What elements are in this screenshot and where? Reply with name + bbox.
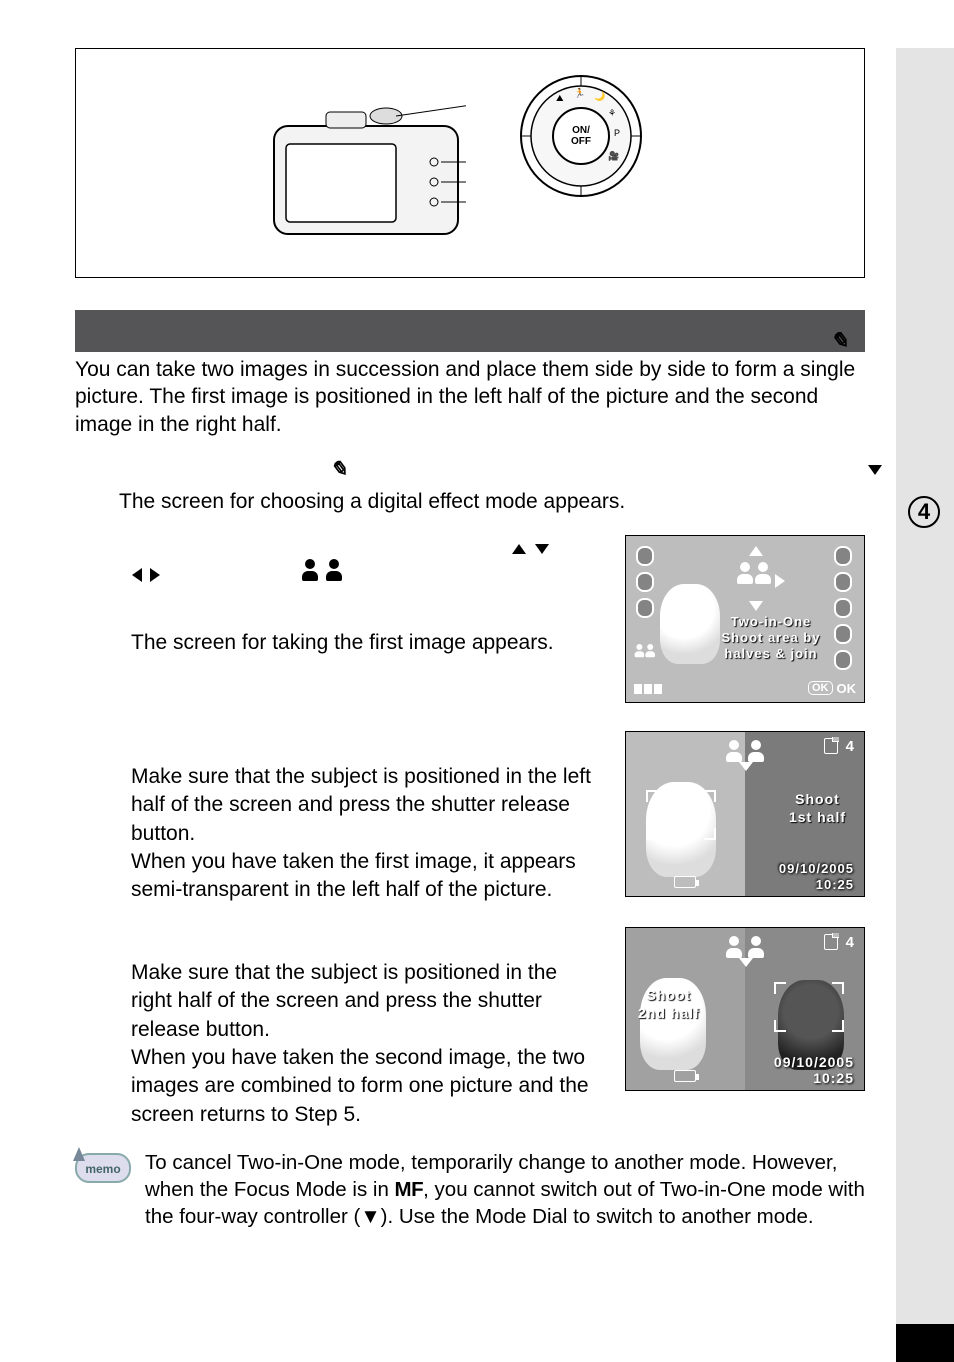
time-display: 10:25 bbox=[813, 1070, 854, 1086]
up-arrow-icon bbox=[749, 546, 763, 556]
step-4: 4 Take the second image. Make sure that … bbox=[75, 927, 865, 1129]
step-3-body: Make sure that the subject is positioned… bbox=[131, 763, 603, 905]
memo-note: memo To cancel Two-in-One mode, temporar… bbox=[75, 1149, 865, 1230]
mode-dial-drawing: ON/ OFF ⛰ 🏃 🌙 ⚘ P 🎥 bbox=[516, 71, 646, 201]
step-4-title: Take the second image. bbox=[131, 927, 603, 955]
step-4-body: Make sure that the subject is positioned… bbox=[131, 959, 603, 1129]
ok-indicator: OK OK bbox=[808, 681, 856, 696]
side-mini-icons bbox=[634, 644, 670, 672]
svg-text:🎥: 🎥 bbox=[608, 150, 619, 161]
remaining-count: 4 bbox=[846, 934, 854, 951]
down-arrow-icon bbox=[749, 601, 763, 611]
right-arrow-icon bbox=[775, 574, 785, 588]
two-in-one-icon-selected bbox=[736, 562, 772, 590]
step-1-body: The screen for choosing a digital effect… bbox=[119, 488, 865, 516]
chapter-sidebar bbox=[896, 48, 954, 1328]
svg-text:🏃: 🏃 bbox=[574, 87, 585, 98]
screen-shoot-first-half: 4 Shoot 1st half 09/10/2005 10:25 bbox=[625, 731, 865, 897]
step-2-title: Use the four-way controller (▲▼◀▶) to se… bbox=[131, 535, 603, 592]
memory-card-icon bbox=[824, 738, 838, 754]
digital-effect-icon: ✎ bbox=[830, 328, 848, 354]
two-in-one-icon bbox=[326, 559, 342, 581]
right-arrow-icon bbox=[150, 568, 160, 582]
memo-text: To cancel Two-in-One mode, temporarily c… bbox=[145, 1149, 865, 1230]
chapter-tab bbox=[896, 1324, 954, 1362]
section-heading-bar bbox=[75, 310, 865, 352]
shoot-instruction: Shoot 1st half bbox=[789, 790, 846, 826]
shoot-instruction: Shoot 2nd half bbox=[638, 986, 700, 1022]
step-number: 4 bbox=[75, 927, 119, 1129]
svg-text:⛰: ⛰ bbox=[556, 93, 564, 103]
step-number: 1 bbox=[75, 456, 119, 517]
panorama-mini-icon bbox=[634, 684, 662, 694]
remaining-count: 4 bbox=[846, 738, 854, 755]
intro-paragraph: You can take two images in succession an… bbox=[75, 356, 865, 438]
top-right-status: 4 bbox=[824, 738, 854, 755]
svg-text:OFF: OFF bbox=[571, 136, 591, 147]
on-off-label: ON/ bbox=[572, 125, 590, 136]
digital-effect-icon: ✎ bbox=[330, 458, 348, 481]
date-display: 09/10/2005 bbox=[774, 1054, 854, 1070]
camera-illustration-box: ON/ OFF ⛰ 🏃 🌙 ⚘ P 🎥 bbox=[75, 48, 865, 278]
step-number: 3 bbox=[75, 731, 119, 905]
time-display: 10:25 bbox=[816, 877, 854, 892]
svg-text:🌙: 🌙 bbox=[594, 90, 605, 102]
mode-description: Two-in-One Shoot area by halves & join bbox=[688, 614, 854, 663]
left-arrow-icon bbox=[132, 568, 142, 582]
svg-text:⚘: ⚘ bbox=[608, 108, 616, 118]
battery-icon bbox=[674, 876, 696, 888]
top-right-status: 4 bbox=[824, 934, 854, 951]
chapter-number-badge: 4 bbox=[908, 496, 940, 528]
step-1: 1 Set the Mode Dial to ✎ and press the f… bbox=[75, 456, 865, 517]
down-arrow-icon bbox=[535, 544, 549, 554]
date-display: 09/10/2005 bbox=[779, 861, 854, 876]
step-2-body: The screen for taking the first image ap… bbox=[131, 629, 603, 657]
screen-mode-select: Two-in-One Shoot area by halves & join O… bbox=[625, 535, 865, 703]
down-arrow-icon bbox=[739, 762, 753, 771]
focus-brackets-right bbox=[774, 982, 844, 1032]
step-number: 2 bbox=[75, 535, 119, 703]
step-1-title: Set the Mode Dial to ✎ and press the fou… bbox=[119, 456, 865, 484]
up-arrow-icon bbox=[512, 544, 526, 554]
step-3: 3 Take the first image. Make sure that t… bbox=[75, 731, 865, 905]
step-2: 2 Use the four-way controller (▲▼◀▶) to … bbox=[75, 535, 865, 703]
svg-text:P: P bbox=[614, 128, 620, 138]
camera-back-drawing bbox=[266, 104, 466, 244]
mf-label: MF bbox=[395, 1178, 424, 1201]
battery-icon bbox=[674, 1070, 696, 1082]
down-arrow-icon bbox=[739, 958, 753, 967]
mode-icons-left bbox=[636, 546, 656, 624]
down-arrow-icon bbox=[868, 465, 882, 475]
memory-card-icon bbox=[824, 934, 838, 950]
memo-badge: memo bbox=[75, 1153, 131, 1183]
screen-shoot-second-half: 4 Shoot 2nd half 09/10/2005 10:25 bbox=[625, 927, 865, 1091]
focus-brackets-left bbox=[646, 790, 716, 840]
two-in-one-icon bbox=[302, 559, 318, 581]
step-3-title: Take the first image. bbox=[131, 731, 603, 759]
